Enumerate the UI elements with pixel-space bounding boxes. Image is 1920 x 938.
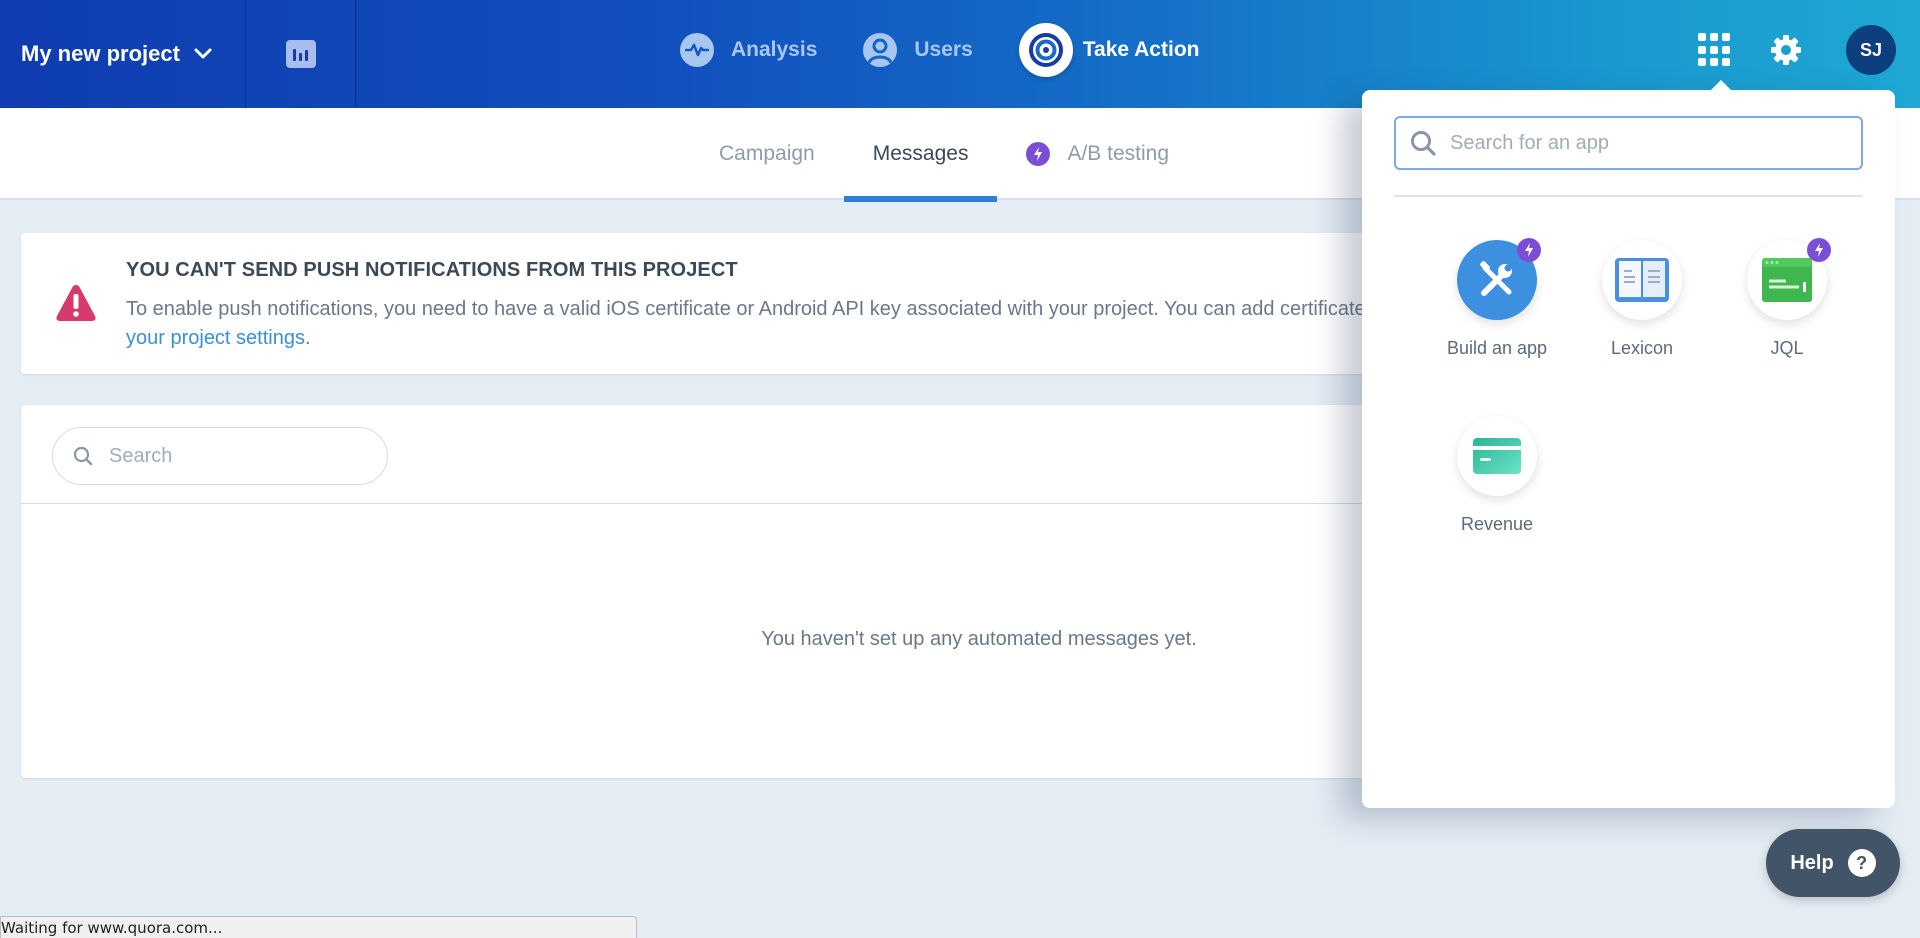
- app-revenue[interactable]: Revenue: [1422, 416, 1572, 535]
- gear-icon[interactable]: [1770, 34, 1802, 66]
- activity-icon: [680, 33, 714, 67]
- alert-title: YOU CAN'T SEND PUSH NOTIFICATIONS FROM T…: [126, 259, 738, 281]
- main-nav: Analysis Users Take Action: [680, 0, 1245, 100]
- tab-messages-label: Messages: [872, 142, 969, 165]
- help-button[interactable]: Help ?: [1766, 829, 1900, 897]
- app-label: Lexicon: [1610, 338, 1674, 358]
- nav-users[interactable]: Users: [863, 33, 973, 67]
- app-label: Build an app: [1446, 338, 1548, 358]
- nav-take-action[interactable]: Take Action: [1018, 23, 1200, 77]
- target-icon: [1018, 23, 1073, 77]
- apps-grid-icon[interactable]: [1698, 33, 1732, 67]
- credit-card-icon: [1457, 416, 1537, 496]
- tab-messages[interactable]: Messages: [843, 108, 998, 202]
- reports-button[interactable]: [246, 0, 356, 108]
- alert-body-suffix: .: [304, 327, 311, 349]
- code-window-icon: [1747, 238, 1831, 320]
- messages-card: You haven't set up any automated message…: [21, 405, 1421, 778]
- app-build-an-app[interactable]: Build an app: [1422, 238, 1572, 359]
- tools-icon: [1457, 238, 1541, 320]
- user-icon: [863, 33, 898, 67]
- tab-campaign[interactable]: Campaign: [690, 108, 844, 200]
- app-lexicon[interactable]: Lexicon: [1567, 240, 1717, 359]
- chevron-down-icon: [194, 48, 212, 59]
- nav-users-label: Users: [914, 38, 973, 61]
- tab-ab-testing[interactable]: A/B testing: [997, 108, 1198, 200]
- app-label: Revenue: [1460, 514, 1534, 534]
- popover-divider: [1394, 195, 1863, 197]
- project-settings-link[interactable]: your project settings: [126, 327, 305, 349]
- app-jql[interactable]: JQL: [1712, 238, 1862, 359]
- alert-body: To enable push notifications, you need t…: [126, 295, 1416, 353]
- premium-bolt-icon: [1807, 238, 1831, 262]
- search-icon: [73, 446, 93, 466]
- nav-take-action-label: Take Action: [1082, 38, 1200, 61]
- project-switcher[interactable]: My new project: [0, 0, 246, 108]
- search-icon: [1411, 131, 1436, 156]
- premium-bolt-icon: [1517, 238, 1541, 262]
- question-icon: ?: [1847, 849, 1876, 877]
- app-label: JQL: [1770, 338, 1804, 358]
- tab-campaign-label: Campaign: [719, 142, 815, 165]
- messages-toolbar: [21, 405, 1421, 504]
- alert-body-text: To enable push notifications, you need t…: [126, 298, 1397, 320]
- browser-status-bar: Waiting for www.quora.com...: [0, 916, 637, 938]
- app-search-input[interactable]: [1450, 131, 1850, 155]
- bar-chart-icon: [285, 40, 316, 68]
- push-notification-alert: YOU CAN'T SEND PUSH NOTIFICATIONS FROM T…: [21, 233, 1421, 374]
- messages-search-input[interactable]: [109, 444, 349, 468]
- help-label: Help: [1790, 851, 1834, 874]
- bolt-icon: [1026, 142, 1051, 166]
- book-icon: [1602, 240, 1682, 320]
- nav-analysis-label: Analysis: [731, 38, 818, 61]
- nav-analysis[interactable]: Analysis: [680, 33, 817, 67]
- warning-icon: [56, 285, 96, 321]
- project-name: My new project: [21, 41, 180, 66]
- app-search-field[interactable]: [1394, 116, 1863, 170]
- messages-search[interactable]: [52, 427, 388, 485]
- tab-ab-testing-label: A/B testing: [1067, 142, 1170, 165]
- apps-popover: Build an app Lexicon JQL: [1362, 80, 1895, 808]
- user-avatar[interactable]: SJ: [1846, 25, 1896, 75]
